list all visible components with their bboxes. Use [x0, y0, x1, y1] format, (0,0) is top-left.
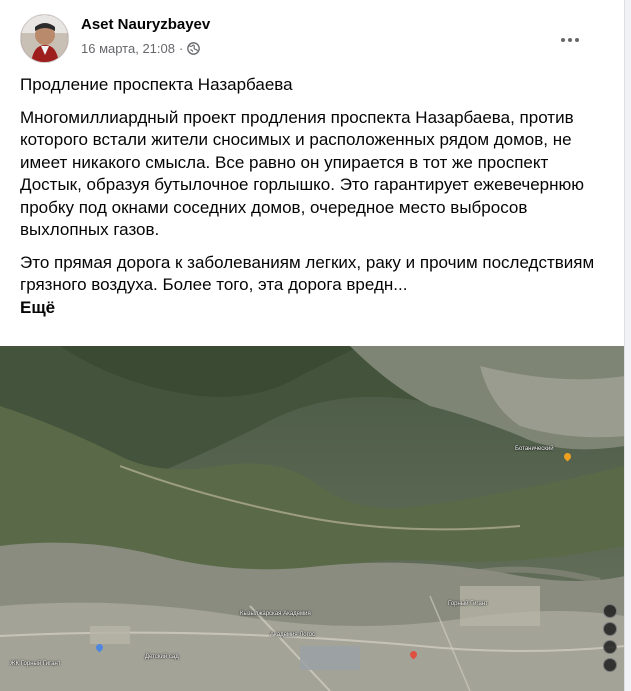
facebook-post: Aset Nauryzbayev 16 марта, 21:08 · Продл…: [0, 0, 625, 691]
aerial-map-image: [0, 346, 624, 691]
map-label-zhk: ЖК Горный Гигант: [10, 661, 61, 667]
post-paragraph-2: Это прямая дорога к заболеваниям легких,…: [20, 252, 595, 295]
post-title: Продление проспекта Назарбаева: [20, 75, 293, 94]
map-label-botanical: Ботанический: [515, 446, 554, 452]
map-controls: [603, 604, 619, 676]
post-paragraph-1: Многомиллиардный проект продления проспе…: [20, 107, 584, 240]
compass-icon[interactable]: [603, 604, 617, 618]
post-timestamp[interactable]: 16 марта, 21:08: [81, 41, 175, 56]
post-meta: 16 марта, 21:08 ·: [81, 41, 201, 56]
meta-separator: ·: [178, 41, 184, 56]
map-label-gorny-gigant: Горный Гигант: [448, 601, 488, 607]
map-label-logos: Академия Логос: [270, 632, 315, 638]
zoom-out-icon[interactable]: [603, 640, 617, 654]
post-photo[interactable]: Горный Гигант Кызылжарская Академия Бота…: [0, 346, 624, 691]
author-name[interactable]: Aset Nauryzbayev: [81, 16, 210, 33]
globe-icon[interactable]: [187, 42, 201, 55]
author-avatar[interactable]: [20, 14, 69, 63]
pegman-icon[interactable]: [603, 658, 617, 672]
post-header: Aset Nauryzbayev 16 марта, 21:08 ·: [20, 14, 608, 64]
map-label-kindergarten: Детский сад: [145, 654, 179, 660]
map-label-academy: Кызылжарская Академия: [240, 611, 311, 617]
zoom-in-icon[interactable]: [603, 622, 617, 636]
post-body: Продление проспекта Назарбаева Многомилл…: [20, 74, 610, 319]
more-options-icon[interactable]: [552, 22, 588, 58]
see-more-link[interactable]: Ещё: [20, 297, 610, 320]
